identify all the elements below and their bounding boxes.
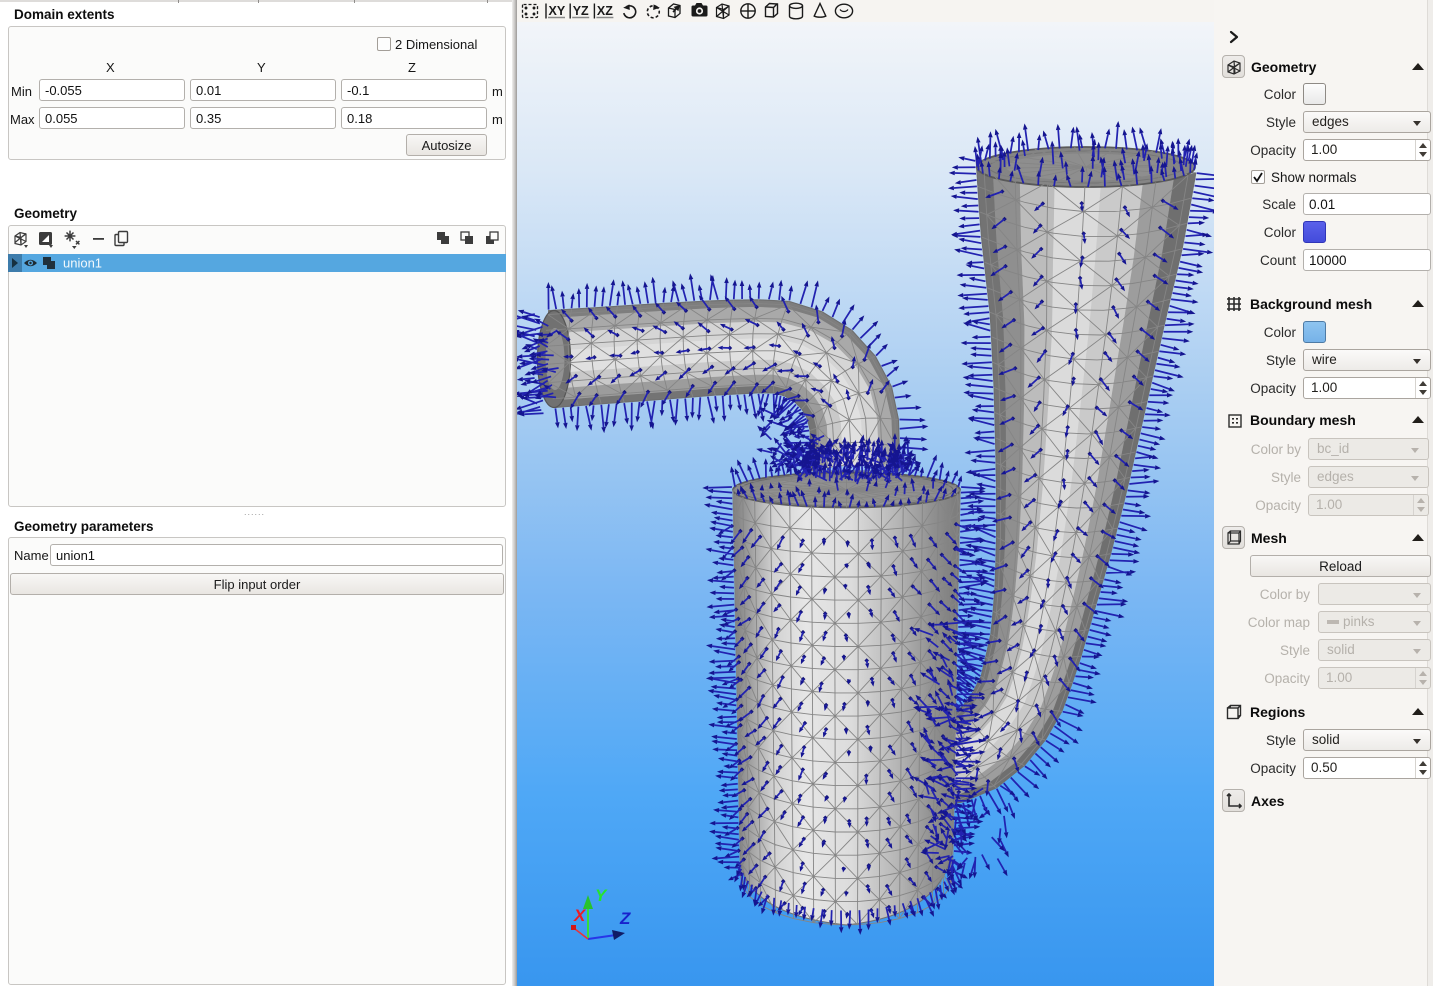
svg-text:X: X	[573, 906, 587, 925]
svg-text:XY: XY	[549, 4, 566, 18]
svg-text:XZ: XZ	[597, 4, 613, 18]
svg-text:union1: union1	[63, 256, 102, 271]
svg-text:Y: Y	[595, 886, 608, 905]
svg-text:YZ: YZ	[573, 4, 589, 18]
svg-text:Z: Z	[619, 909, 631, 928]
